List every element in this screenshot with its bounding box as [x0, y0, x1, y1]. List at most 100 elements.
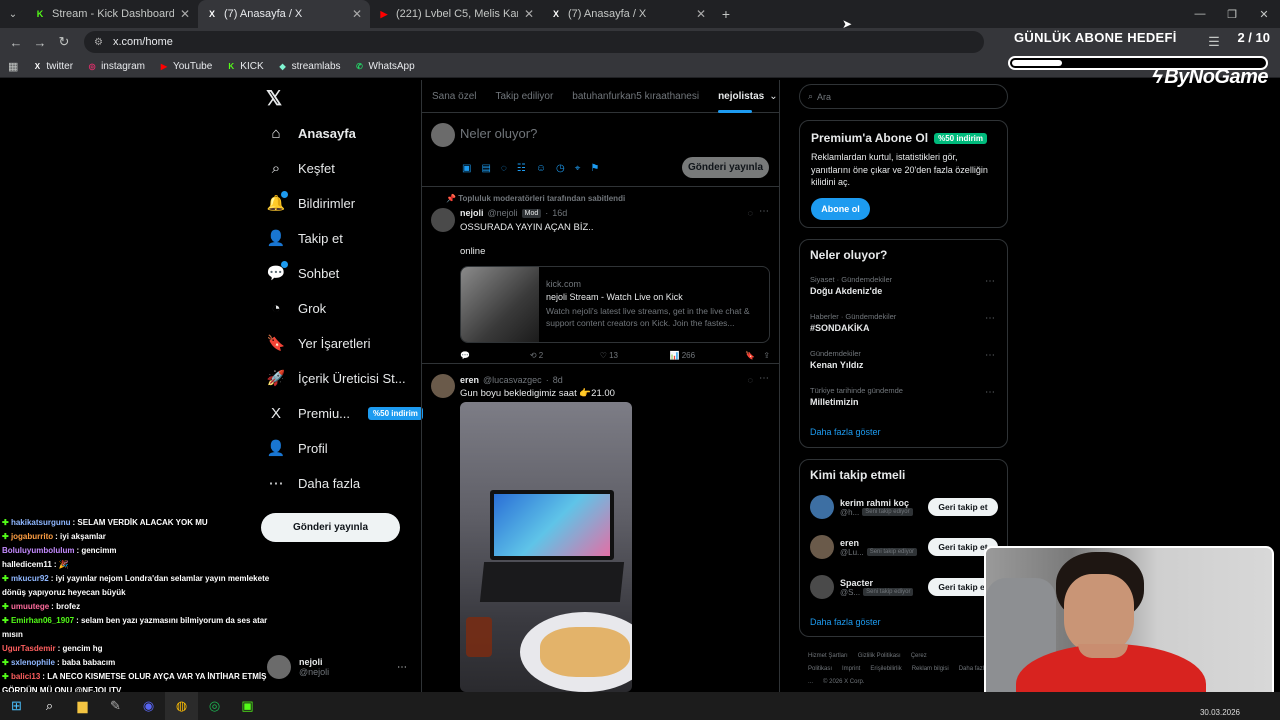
site-info-icon[interactable]: ⚙ [94, 37, 103, 48]
browser-tab[interactable]: K Stream - Kick Dashboard ✕ [26, 0, 198, 28]
suggested-account[interactable]: eren @Lu... Seni takip ediyor [810, 535, 918, 559]
more-icon[interactable]: ⋯ [985, 276, 995, 287]
reply-icon[interactable]: 💬 [460, 351, 530, 360]
footer-link[interactable]: Imprint [842, 666, 860, 672]
footer-link[interactable]: © 2026 X Corp. [823, 679, 864, 685]
apps-icon[interactable]: ▦ [8, 60, 18, 73]
more-icon[interactable]: ⋯ [759, 373, 769, 384]
timeline-tab[interactable]: batuhanfurkan5 kıraathanesi [572, 91, 699, 102]
follow-back-button[interactable]: Geri takip et [928, 498, 998, 516]
chat-username[interactable]: Emirhan06_1907 [11, 616, 74, 625]
trends-more-link[interactable]: Daha fazla göster [810, 427, 881, 437]
post-handle[interactable]: @nejoli [488, 208, 518, 218]
x-logo-icon[interactable]: 𝕏 [266, 86, 282, 111]
forward-icon[interactable]: → [28, 35, 52, 50]
poll-icon[interactable]: ☷ [517, 163, 526, 174]
nav-item-profile[interactable]: 👤 Profil [266, 438, 328, 458]
nav-item-grok[interactable]: ◔ Grok [266, 298, 326, 318]
chat-username[interactable]: hakikatsurgunu [11, 518, 71, 527]
flag-icon[interactable]: ⚑ [590, 163, 599, 174]
kick-app-icon[interactable]: ▣ [231, 692, 264, 720]
search-input[interactable]: ⌕ Ara [799, 84, 1008, 109]
grok-icon[interactable]: ◌ [501, 163, 507, 174]
url-input[interactable]: ⚙ x.com/home [84, 31, 984, 53]
spotify-icon[interactable]: ◎ [198, 692, 231, 720]
footer-link[interactable]: Gizlilik Politikası [858, 653, 901, 659]
subscribe-button[interactable]: Abone ol [811, 198, 870, 220]
paint-app-icon[interactable]: ✎ [99, 692, 132, 720]
post-author[interactable]: eren [460, 375, 479, 385]
timeline-tab[interactable]: Sana özel [432, 91, 476, 102]
reload-icon[interactable]: ↻ [52, 34, 76, 50]
chat-username[interactable]: mkucur92 [11, 574, 49, 583]
emoji-icon[interactable]: ☺ [536, 163, 546, 174]
more-icon[interactable]: ⋯ [985, 387, 995, 398]
bookmark-instagram[interactable]: ◎ instagram [87, 61, 145, 72]
timeline-tab-active[interactable]: nejolistas [718, 91, 764, 113]
tab-search-icon[interactable]: ⌄ [0, 9, 26, 20]
post-photo[interactable] [460, 402, 632, 692]
chrome-icon[interactable]: ◍ [165, 692, 198, 720]
link-card[interactable]: kick.com nejoli Stream - Watch Live on K… [460, 266, 770, 343]
footer-link[interactable]: Reklam bilgisi [912, 666, 949, 672]
post[interactable]: eren @lucasvazgec · 8d ◌ ⋯ Gun boyu bekl… [422, 364, 779, 692]
more-icon[interactable]: ⋯ [759, 206, 769, 217]
file-explorer-icon[interactable]: ▆ [66, 692, 99, 720]
bookmark-twitter[interactable]: Xtwitter [32, 61, 73, 72]
close-tab-icon[interactable]: ✕ [696, 7, 706, 21]
chat-username[interactable]: sxlenophile [11, 658, 55, 667]
more-icon[interactable]: ⋯ [985, 350, 995, 361]
chat-username[interactable]: jogaburrito [11, 532, 53, 541]
post-button[interactable]: Gönderi yayınla [261, 513, 400, 542]
close-tab-icon[interactable]: ✕ [352, 7, 362, 21]
account-switcher[interactable]: nejoli @nejoli ⋯ [267, 654, 413, 680]
windows-start-icon[interactable]: ⊞ [0, 692, 33, 720]
chat-username[interactable]: halledicem11 [2, 560, 52, 569]
grok-icon[interactable]: ◌ [748, 208, 753, 218]
suggested-account[interactable]: kerim rahmi koç @h... Seni takip ediyor [810, 495, 913, 519]
back-icon[interactable]: ← [4, 35, 28, 50]
browser-tab[interactable]: X (7) Anasayfa / X ✕ [198, 0, 370, 28]
bookmark-whatsapp[interactable]: ✆ WhatsApp [355, 61, 415, 72]
chevron-down-icon[interactable]: ⌄ [769, 91, 777, 102]
chat-username[interactable]: Boluluyumbolulum [2, 546, 74, 555]
nav-item-follow[interactable]: 👤 Takip et [266, 228, 343, 248]
location-icon[interactable]: ⌖ [575, 163, 581, 174]
nav-item-rocket[interactable]: 🚀 İçerik Üreticisi St... [266, 368, 406, 388]
image-icon[interactable]: ▣ [462, 163, 471, 174]
trend-item[interactable]: Haberler · Gündemdekiler #SONDAKİKA [810, 312, 896, 333]
trend-item[interactable]: Siyaset · Gündemdekiler Doğu Akdeniz'de [810, 275, 892, 296]
gif-icon[interactable]: ▤ [481, 163, 490, 174]
trend-item[interactable]: Gündemdekiler Kenan Yıldız [810, 349, 863, 370]
suggested-account[interactable]: Spacter @S... Seni takip ediyor [810, 575, 914, 599]
close-tab-icon[interactable]: ✕ [180, 7, 190, 21]
minimize-icon[interactable]: — [1184, 8, 1216, 20]
trend-item[interactable]: Türkiye tarihinde gündemde Milletimizin [810, 386, 903, 407]
views-button[interactable]: 📊 266 [670, 351, 746, 360]
nav-item-bell[interactable]: 🔔 Bildirimler [266, 191, 355, 213]
chat-username[interactable]: UgurTasdemir [2, 644, 56, 653]
timeline-tab[interactable]: Takip ediliyor [495, 91, 553, 102]
repost-button[interactable]: ⟲ 2 [530, 351, 600, 360]
compose-input[interactable]: Neler oluyor? [460, 126, 537, 141]
discord-icon[interactable]: ◉ [132, 692, 165, 720]
bookmark-streamlabs[interactable]: ◆ streamlabs [278, 61, 341, 72]
schedule-icon[interactable]: ◷ [556, 163, 565, 174]
nav-item-chat[interactable]: 💬 Sohbet [266, 261, 339, 283]
bookmark-kick[interactable]: K KICK [226, 61, 263, 72]
post-author[interactable]: nejoli [460, 208, 484, 218]
bookmark-icon[interactable]: 🔖 [745, 351, 763, 360]
nav-item-home[interactable]: ⌂ Anasayfa [266, 123, 355, 143]
nav-item-search[interactable]: ⌕ Keşfet [266, 158, 335, 178]
chat-username[interactable]: balici13 [11, 672, 40, 681]
browser-tab[interactable]: ▶ (221) Lvbel C5, Melis Kar - DAG ✕ [370, 0, 542, 28]
send-post-button[interactable]: Gönderi yayınla [682, 157, 769, 178]
restore-icon[interactable]: ❐ [1216, 8, 1248, 21]
post[interactable]: 📌 Topluluk moderatörleri tarafından sabi… [422, 187, 779, 364]
new-tab-button[interactable]: + [714, 6, 738, 22]
footer-link[interactable]: Erişilebilirlik [870, 666, 901, 672]
browser-tab[interactable]: X (7) Anasayfa / X ✕ [542, 0, 714, 28]
bookmark-youtube[interactable]: ▶ YouTube [159, 61, 212, 72]
more-icon[interactable]: ⋯ [985, 313, 995, 324]
close-window-icon[interactable]: ✕ [1248, 8, 1280, 21]
